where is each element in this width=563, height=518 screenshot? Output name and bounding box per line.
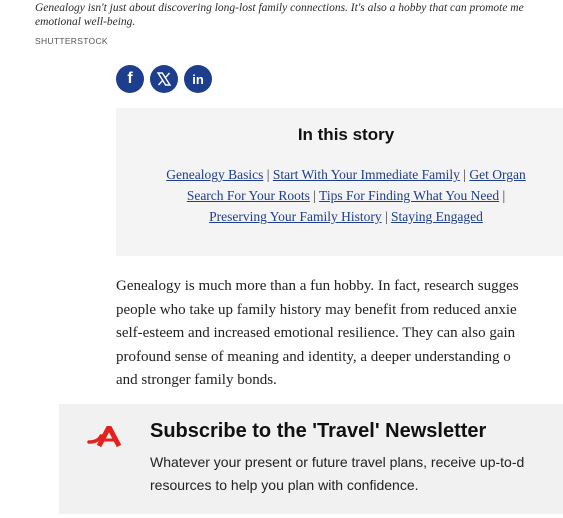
article-paragraph: Genealogy is much more than a fun hobby.… (116, 275, 563, 393)
in-this-story-box: In this story Genealogy Basics | Start W… (116, 108, 563, 256)
story-link-tips[interactable]: Tips For Finding What You Need (319, 188, 499, 203)
story-link-separator: | (263, 167, 273, 182)
article-line: and stronger family bonds. (116, 372, 277, 388)
facebook-share-button[interactable]: f (116, 65, 144, 93)
newsletter-title: Subscribe to the 'Travel' Newsletter (150, 420, 487, 442)
newsletter-signup-box: Subscribe to the 'Travel' Newsletter Wha… (59, 404, 563, 514)
story-link-staying-engaged[interactable]: Staying Engaged (391, 209, 483, 224)
story-link-preserving-history[interactable]: Preserving Your Family History (209, 209, 382, 224)
image-credit: SHUTTERSTOCK (35, 36, 108, 46)
linkedin-icon: in (192, 71, 204, 87)
story-link-get-organized[interactable]: Get Organ (469, 167, 525, 182)
article-line: profound sense of meaning and identity, … (116, 348, 511, 365)
story-link-separator: | (381, 209, 392, 224)
linkedin-share-button[interactable]: in (184, 65, 212, 93)
x-icon (156, 72, 172, 86)
newsletter-desc-line: Whatever your present or future travel p… (150, 454, 525, 470)
story-link-search-roots[interactable]: Search For Your Roots (187, 188, 310, 203)
aarp-logo-icon (87, 426, 122, 448)
share-bar: f in (116, 65, 212, 93)
facebook-icon: f (127, 70, 133, 87)
x-share-button[interactable] (150, 65, 178, 93)
story-link-separator: | (309, 188, 320, 203)
article-line: self-esteem and increased emotional resi… (116, 325, 516, 341)
story-links: Genealogy Basics | Start With Your Immed… (116, 164, 563, 227)
newsletter-description: Whatever your present or future travel p… (150, 451, 563, 497)
article-line: people who take up family history may be… (116, 301, 517, 318)
article-line: Genealogy is much more than a fun hobby.… (116, 278, 519, 294)
story-link-separator: | (459, 167, 470, 182)
newsletter-desc-line: resources to help you plan with confiden… (150, 477, 419, 493)
story-title: In this story (297, 125, 395, 144)
image-caption: Genealogy isn't just about discovering l… (35, 2, 524, 28)
story-link-genealogy-basics[interactable]: Genealogy Basics (166, 167, 263, 182)
story-link-immediate-family[interactable]: Start With Your Immediate Family (273, 167, 460, 182)
story-link-separator: | (499, 188, 506, 203)
